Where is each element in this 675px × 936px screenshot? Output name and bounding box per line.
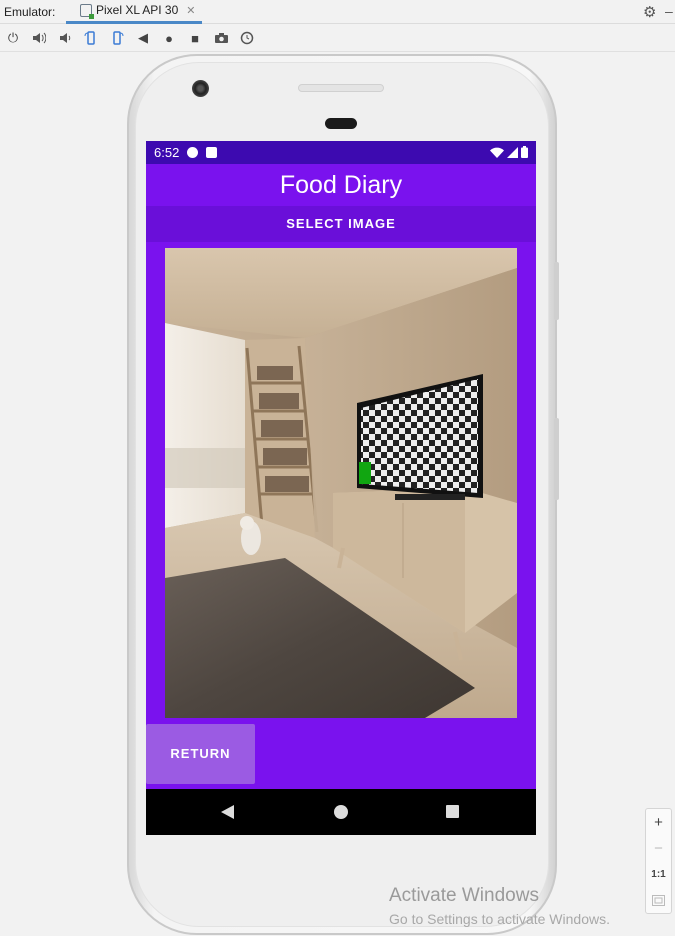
actual-size-button[interactable]: 1:1 bbox=[646, 861, 671, 887]
zoom-in-button[interactable]: + bbox=[646, 809, 671, 835]
zoom-controls: + − 1:1 bbox=[645, 808, 672, 914]
status-time: 6:52 bbox=[154, 145, 180, 160]
signal-icon bbox=[507, 146, 518, 158]
power-icon[interactable]: ⏻ bbox=[0, 26, 26, 50]
speaker-grille bbox=[298, 84, 384, 92]
selected-image bbox=[165, 248, 517, 718]
emulator-toolbar: ⏻ ◀ ● ■ bbox=[0, 25, 675, 52]
device-tab[interactable]: Pixel XL API 30 ✕ bbox=[66, 0, 202, 24]
rotate-right-icon[interactable] bbox=[104, 26, 130, 50]
battery-icon bbox=[521, 146, 528, 158]
minimize-icon[interactable]: – bbox=[665, 3, 673, 19]
app-title: Food Diary bbox=[146, 164, 536, 206]
android-nav-bar bbox=[146, 789, 536, 835]
power-button[interactable] bbox=[554, 418, 559, 500]
emulator-header: Emulator: Pixel XL API 30 ✕ ⚙ – bbox=[0, 0, 675, 24]
fit-screen-button[interactable] bbox=[646, 887, 671, 913]
gear-icon[interactable]: ⚙ bbox=[643, 3, 656, 21]
emulator-label: Emulator: bbox=[4, 4, 56, 19]
home-icon[interactable]: ● bbox=[156, 26, 182, 50]
close-tab-icon[interactable]: ✕ bbox=[186, 4, 195, 17]
front-camera bbox=[192, 80, 209, 97]
screenshot-icon[interactable] bbox=[208, 26, 234, 50]
device-icon bbox=[80, 3, 94, 19]
volume-down-icon[interactable] bbox=[52, 26, 78, 50]
earpiece bbox=[325, 118, 357, 129]
status-bar: 6:52 bbox=[146, 141, 536, 164]
back-icon[interactable]: ◀ bbox=[130, 26, 156, 50]
return-button[interactable]: RETURN bbox=[146, 724, 255, 784]
volume-rocker[interactable] bbox=[554, 262, 559, 320]
data-saver-icon bbox=[187, 147, 199, 158]
snapshot-icon[interactable] bbox=[234, 26, 260, 50]
nav-back-icon[interactable] bbox=[221, 805, 234, 819]
volume-up-icon[interactable] bbox=[26, 26, 52, 50]
overview-icon[interactable]: ■ bbox=[182, 26, 208, 50]
wifi-icon bbox=[490, 147, 504, 158]
device-tab-label: Pixel XL API 30 bbox=[96, 3, 179, 17]
nav-home-icon[interactable] bbox=[334, 805, 348, 819]
rotate-left-icon[interactable] bbox=[78, 26, 104, 50]
activation-watermark-title: Activate Windows bbox=[389, 885, 539, 906]
fit-screen-icon bbox=[652, 894, 665, 906]
select-image-button[interactable]: SELECT IMAGE bbox=[146, 206, 536, 242]
activation-watermark-subtitle: Go to Settings to activate Windows. bbox=[389, 911, 610, 927]
nav-recents-icon[interactable] bbox=[446, 805, 459, 818]
sd-card-icon bbox=[206, 147, 218, 158]
zoom-out-button[interactable]: − bbox=[646, 835, 671, 861]
device-screen: 6:52 Food Diary SELECT IMAGE RETURN bbox=[146, 141, 536, 835]
